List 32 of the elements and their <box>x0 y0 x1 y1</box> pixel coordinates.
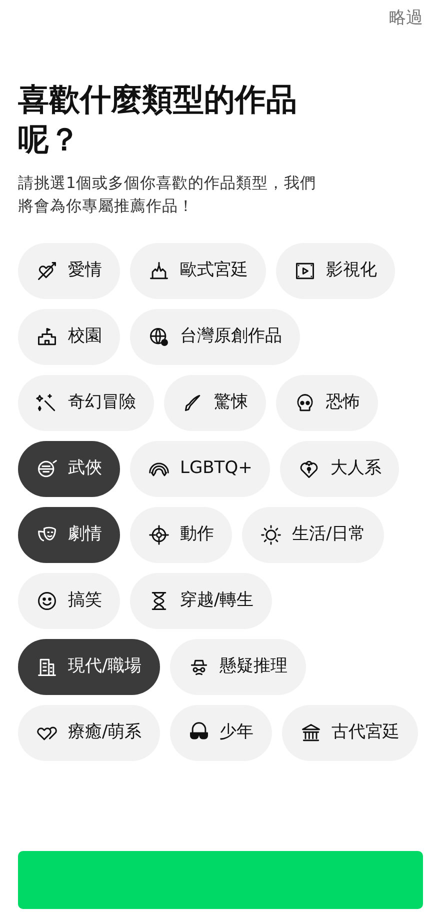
genre-chip[interactable]: 現代/職場 <box>18 639 160 696</box>
globe-icon <box>148 326 170 348</box>
genre-chip[interactable]: 愛情 <box>18 243 120 300</box>
page-title: 喜歡什麼類型的作品呢？ <box>18 80 298 160</box>
genre-chip[interactable]: 奇幻冒險 <box>18 375 154 432</box>
genre-chip[interactable]: 動作 <box>130 507 232 564</box>
genre-chip[interactable]: 少年 <box>170 705 272 762</box>
genre-chip[interactable]: 歐式宮廷 <box>130 243 266 300</box>
genre-chip[interactable]: 影視化 <box>276 243 395 300</box>
skip-button[interactable]: 略過 <box>389 6 423 32</box>
next-button[interactable] <box>18 851 423 909</box>
genre-chip[interactable]: 搞笑 <box>18 573 120 630</box>
crosshair-icon <box>148 524 170 546</box>
heart-arrow-icon <box>36 260 58 282</box>
building-icon <box>36 656 58 678</box>
genre-chip[interactable]: 懸疑推理 <box>170 639 306 696</box>
genre-chip[interactable]: 武俠 <box>18 441 120 498</box>
genre-chip[interactable]: 療癒/萌系 <box>18 705 160 762</box>
genre-chip[interactable]: 古代宮廷 <box>282 705 418 762</box>
genre-chip[interactable]: 台灣原創作品 <box>130 309 300 366</box>
genre-chip[interactable]: LGBTQ+ <box>130 441 270 498</box>
heart-lock-icon <box>298 458 320 480</box>
genre-chip[interactable]: 校園 <box>18 309 120 366</box>
genre-chip[interactable]: 穿越/轉生 <box>130 573 272 630</box>
genre-chip[interactable]: 劇情 <box>18 507 120 564</box>
genre-chip[interactable]: 驚悚 <box>164 375 266 432</box>
genre-chip[interactable]: 生活/日常 <box>242 507 384 564</box>
page-description: 請挑選1個或多個你喜歡的作品類型，我們將會為你專屬推薦作品！ <box>18 173 317 217</box>
genre-chip[interactable]: 大人系 <box>280 441 400 498</box>
sun-icon <box>260 524 282 546</box>
genre-chip[interactable]: 恐怖 <box>276 375 378 432</box>
smiley-icon <box>36 590 58 612</box>
